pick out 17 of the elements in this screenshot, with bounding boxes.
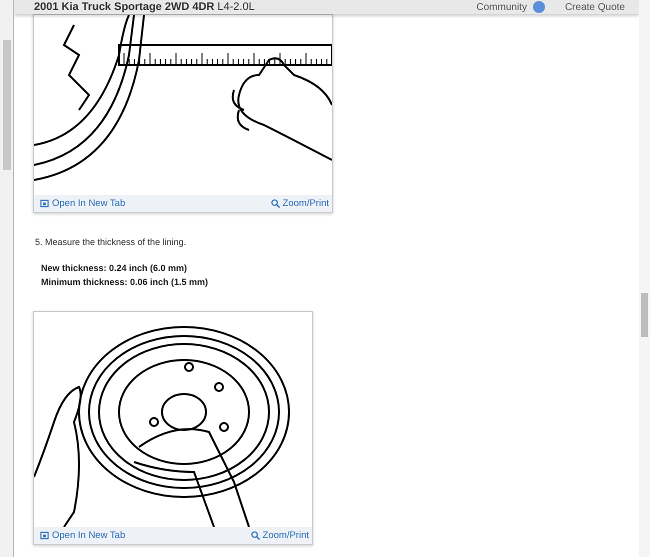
scrollbar-thumb[interactable] [641,293,648,337]
open-in-new-tab-link[interactable]: Open In New Tab [40,198,126,209]
vehicle-title: 2001 Kia Truck Sportage 2WD 4DR L4-2.0L [34,1,255,13]
badge-icon [532,1,545,13]
spec-text: Minimum thickness: 0.06 inch (1.5 mm) [41,276,210,289]
step-text: 5. Measure the thickness of the lining. [35,237,188,247]
scrollbar-thumb[interactable] [3,40,11,170]
zoom-print-link[interactable]: Zoom/Print [250,530,309,541]
window-icon [40,199,49,208]
community-button[interactable]: Community [476,2,527,12]
zoom-icon [250,531,260,540]
open-in-new-tab-link[interactable]: Open In New Tab [40,530,126,541]
zoom-print-link[interactable]: Zoom/Print [270,198,329,209]
zoom-icon [270,199,280,208]
create-quote-button[interactable]: Create Quote [564,2,625,12]
spec-text: New thickness: 0.24 inch (6.0 mm) [41,262,188,275]
window-icon [40,531,49,540]
